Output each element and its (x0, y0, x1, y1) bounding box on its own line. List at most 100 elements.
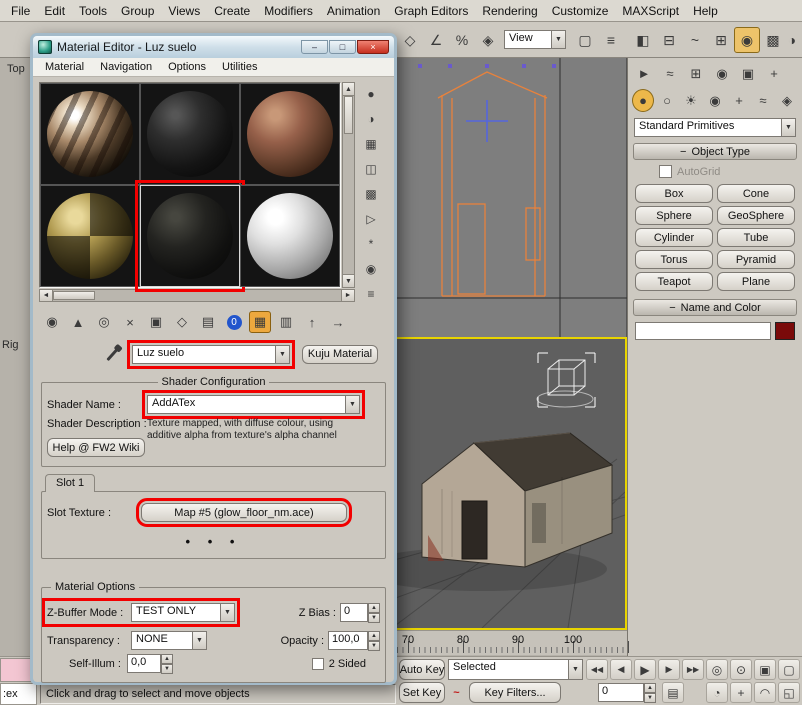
make-preview-icon[interactable]: ▷ (361, 209, 381, 229)
menu-utilities[interactable]: Utilities (214, 59, 265, 75)
viewport-label-top[interactable]: Top (7, 63, 25, 75)
zoom-all-icon[interactable]: ⊙ (730, 659, 752, 680)
close-button[interactable]: × (357, 40, 389, 54)
slots-horizontal-scrollbar[interactable]: ◄ ► (39, 289, 355, 302)
spin-down-icon[interactable]: ▼ (368, 613, 380, 623)
material-options-icon[interactable]: * (361, 234, 381, 254)
selection-set-dropdown[interactable]: Selected ▼ (448, 659, 583, 680)
object-name-input[interactable] (635, 322, 771, 340)
menu-tools[interactable]: Tools (72, 1, 114, 21)
reset-map-icon[interactable]: × (119, 311, 141, 333)
spinner-snap-icon[interactable]: ◈ (475, 27, 501, 53)
helpers-category-icon[interactable]: + (728, 89, 750, 112)
menu-maxscript[interactable]: MAXScript (615, 1, 686, 21)
curve-editor-icon[interactable]: ~ (682, 27, 708, 53)
default-tangent-icon[interactable]: ~ (448, 682, 465, 703)
display-tab[interactable]: ▣ (736, 62, 760, 85)
go-forward-to-sibling-icon[interactable]: → (327, 311, 349, 333)
menu-animation[interactable]: Animation (320, 1, 387, 21)
zoom-icon[interactable]: ◎ (706, 659, 728, 680)
plane-button[interactable]: Plane (717, 272, 795, 291)
zoom-extents-icon[interactable]: ▣ (754, 659, 776, 680)
scroll-left-icon[interactable]: ◄ (40, 290, 53, 301)
scroll-down-icon[interactable]: ▼ (343, 274, 354, 287)
primitive-category-dropdown[interactable]: Standard Primitives ▼ (634, 118, 796, 137)
sphere-button[interactable]: Sphere (635, 206, 713, 225)
percent-snap-icon[interactable]: % (449, 27, 475, 53)
menu-group[interactable]: Group (114, 1, 161, 21)
video-color-check-icon[interactable]: ▩ (361, 184, 381, 204)
cylinder-button[interactable]: Cylinder (635, 228, 713, 247)
chevron-down-icon[interactable]: ▼ (345, 395, 360, 414)
select-by-material-icon[interactable]: ◉ (361, 259, 381, 279)
spin-up-icon[interactable]: ▲ (368, 603, 380, 613)
spin-up-icon[interactable]: ▲ (161, 654, 173, 664)
chevron-down-icon[interactable]: ▼ (551, 30, 566, 49)
pyramid-button[interactable]: Pyramid (717, 250, 795, 269)
geometry-category-icon[interactable]: ● (632, 89, 654, 112)
put-material-to-scene-icon[interactable]: ▲ (67, 311, 89, 333)
layer-manager-icon[interactable]: ≡ (598, 27, 624, 53)
assign-material-to-selection-icon[interactable]: ◎ (93, 311, 115, 333)
spin-up-icon[interactable]: ▲ (368, 631, 380, 641)
slots-vertical-scrollbar[interactable]: ▲ ▼ (342, 82, 355, 288)
sample-slot[interactable] (40, 83, 140, 185)
set-key-button[interactable]: Set Key (399, 682, 445, 703)
material-id-channel-icon[interactable]: 0 (223, 311, 245, 333)
go-to-parent-icon[interactable]: ↑ (301, 311, 323, 333)
maxscript-mini-listener[interactable]: :ex (0, 683, 37, 705)
maximize-button[interactable]: □ (329, 40, 356, 54)
chevron-down-icon[interactable]: ▼ (781, 118, 796, 137)
motion-tab[interactable]: ◉ (710, 62, 734, 85)
minimize-button[interactable]: – (301, 40, 328, 54)
schematic-view-icon[interactable]: ⊞ (708, 27, 734, 53)
backlight-icon[interactable]: ◑ (361, 109, 381, 129)
slot-1-tab[interactable]: Slot 1 (45, 474, 95, 492)
name-and-color-rollout[interactable]: − Name and Color (633, 299, 797, 316)
align-icon[interactable]: ⊟ (656, 27, 682, 53)
material-editor-icon[interactable]: ◉ (734, 27, 760, 53)
material-editor-titlebar[interactable]: Material Editor - Luz suelo – □ × (33, 36, 394, 58)
snap-toggle-3d-icon[interactable]: ◇ (397, 27, 423, 53)
put-to-library-icon[interactable]: ▤ (197, 311, 219, 333)
transparency-dropdown[interactable]: NONE ▼ (131, 631, 207, 650)
zbias-spinner[interactable]: 0 ▲▼ (340, 603, 380, 622)
scroll-right-icon[interactable]: ► (341, 290, 354, 301)
get-material-icon[interactable]: ◉ (41, 311, 63, 333)
box-button[interactable]: Box (635, 184, 713, 203)
spacewarps-category-icon[interactable]: ≈ (752, 89, 774, 112)
sample-slot-selected[interactable] (140, 185, 240, 287)
object-color-swatch[interactable] (775, 322, 795, 340)
keyboard-shortcut-override-icon[interactable]: ▤ (662, 682, 684, 703)
spin-down-icon[interactable]: ▼ (644, 693, 656, 703)
sample-slot[interactable] (240, 83, 340, 185)
key-filters-button[interactable]: Key Filters... (469, 682, 561, 703)
view-dropdown[interactable]: View ▼ (504, 30, 566, 49)
menu-file[interactable]: File (4, 1, 37, 21)
named-selection-sets-icon[interactable]: ▢ (572, 27, 598, 53)
scrollbar-thumb[interactable] (53, 291, 95, 300)
sample-slot[interactable] (40, 185, 140, 287)
menu-modifiers[interactable]: Modifiers (257, 1, 320, 21)
opacity-spinner[interactable]: 100,0 ▲▼ (328, 631, 380, 650)
sample-type-icon[interactable]: ● (361, 84, 381, 104)
menu-options[interactable]: Options (160, 59, 214, 75)
menu-material[interactable]: Material (37, 59, 92, 75)
spin-up-icon[interactable]: ▲ (644, 683, 656, 693)
material-type-button[interactable]: Kuju Material (302, 345, 378, 364)
mirror-icon[interactable]: ◧ (630, 27, 656, 53)
sample-slot[interactable] (140, 83, 240, 185)
shapes-category-icon[interactable]: ○ (656, 89, 678, 112)
chevron-down-icon[interactable]: ▼ (275, 345, 290, 364)
menu-create[interactable]: Create (207, 1, 257, 21)
spin-down-icon[interactable]: ▼ (161, 664, 173, 674)
sample-uv-tiling-icon[interactable]: ◫ (361, 159, 381, 179)
object-type-rollout[interactable]: − Object Type (633, 143, 797, 160)
utilities-tab[interactable]: + (762, 62, 786, 85)
material-map-navigator-icon[interactable]: ≡ (361, 284, 381, 304)
scrollbar-thumb[interactable] (344, 96, 353, 134)
tube-button[interactable]: Tube (717, 228, 795, 247)
play-animation-icon[interactable]: ▶ (634, 659, 656, 680)
background-icon[interactable]: ▦ (361, 134, 381, 154)
geosphere-button[interactable]: GeoSphere (717, 206, 795, 225)
